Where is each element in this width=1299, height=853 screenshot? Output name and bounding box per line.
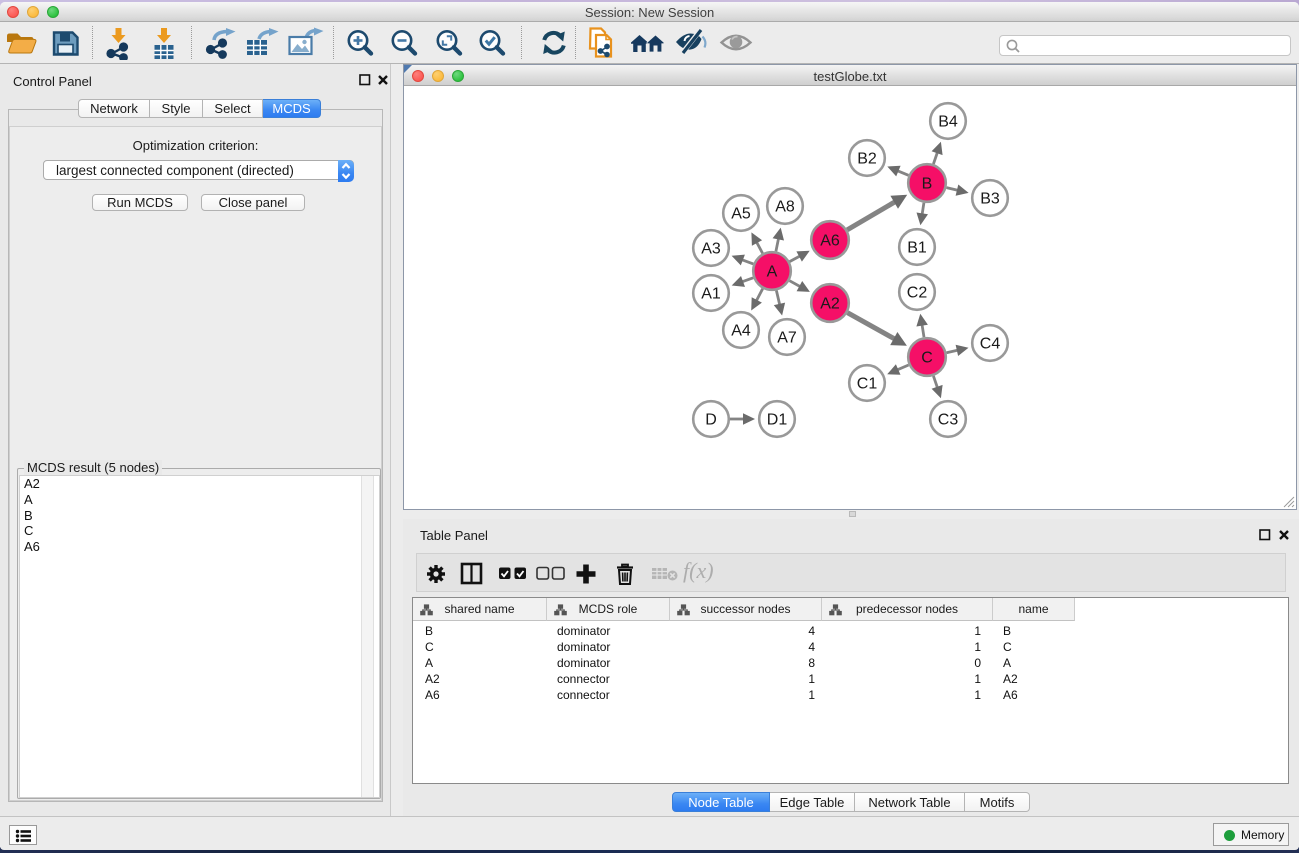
svg-text:D: D [705, 412, 717, 429]
svg-text:A8: A8 [775, 199, 795, 216]
svg-text:B4: B4 [938, 114, 958, 131]
svg-text:C1: C1 [857, 376, 878, 393]
svg-text:B3: B3 [980, 191, 1000, 208]
svg-text:A: A [767, 264, 778, 281]
svg-text:C2: C2 [907, 285, 928, 302]
svg-text:A4: A4 [731, 323, 751, 340]
svg-text:B1: B1 [907, 240, 927, 257]
svg-text:A7: A7 [777, 330, 797, 347]
svg-text:A2: A2 [820, 296, 840, 313]
svg-text:D1: D1 [767, 412, 788, 429]
svg-text:C4: C4 [980, 336, 1001, 353]
svg-text:A1: A1 [701, 286, 721, 303]
svg-text:A6: A6 [820, 233, 840, 250]
svg-text:A5: A5 [731, 206, 751, 223]
svg-text:A3: A3 [701, 241, 721, 258]
svg-text:B2: B2 [857, 151, 877, 168]
svg-text:C: C [921, 350, 933, 367]
svg-text:C3: C3 [938, 412, 959, 429]
svg-text:B: B [922, 176, 933, 193]
